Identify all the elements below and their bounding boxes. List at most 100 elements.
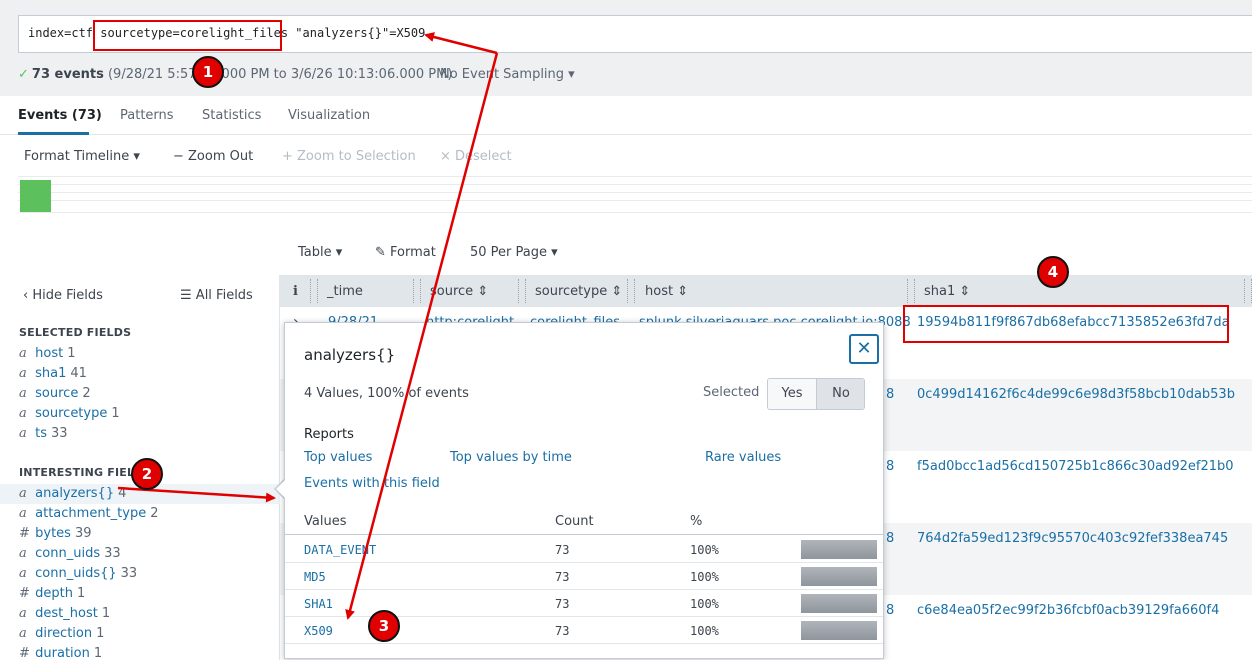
field-item-depth[interactable]: # depth 1 [19,586,85,601]
count-header: Count [555,514,594,529]
annotation-badge-3: 3 [368,610,400,642]
annotation-badge-4: 4 [1037,256,1069,288]
popup-summary: 4 Values, 100% of events [304,386,469,401]
column-resize-handle[interactable] [310,279,318,303]
selected-label: Selected [703,385,760,400]
timeline-gridline [18,176,1252,177]
hide-fields-button[interactable]: ‹ Hide Fields [23,288,103,303]
per-page-dropdown[interactable]: 50 Per Page ▾ [470,245,558,260]
field-item-attachment-type[interactable]: a attachment_type 2 [19,506,158,521]
field-item-source[interactable]: a source 2 [19,386,91,401]
format-button[interactable]: ✎ Format [375,245,436,260]
timeline-gridline [18,192,1252,193]
top-values-by-time-link[interactable]: Top values by time [450,450,572,465]
time-range: (9/28/21 5:57:24.000 PM to 3/6/26 10:13:… [107,67,453,82]
column-header-sha1[interactable]: sha1 ⇕ [924,284,970,299]
field-item-conn-uids[interactable]: a conn_uids 33 [19,546,121,561]
cell-host[interactable]: 8 [886,531,894,546]
column-resize-handle[interactable] [907,279,915,303]
selected-fields-title: SELECTED FIELDS [19,326,132,339]
sort-icon: ⇕ [477,284,489,299]
field-item-host[interactable]: a host 1 [19,346,76,361]
table-view-dropdown[interactable]: Table ▾ [298,245,342,260]
zoom-to-selection-button[interactable]: + Zoom to Selection [282,149,416,164]
cell-sha1[interactable]: 0c499d14162f6c4de99c6e98d3f58bcb10dab53b [917,387,1235,402]
column-header-host[interactable]: host ⇕ [645,284,688,299]
percent-bar [801,621,877,640]
events-with-field-link[interactable]: Events with this field [304,476,440,491]
column-resize-handle[interactable] [1244,279,1252,303]
cell-host[interactable]: 8 [886,603,894,618]
reports-heading: Reports [304,427,354,442]
column-resize-handle[interactable] [518,279,526,303]
values-header: Values [304,514,347,529]
field-item-sourcetype[interactable]: a sourcetype 1 [19,406,120,421]
field-item-ts[interactable]: a ts 33 [19,426,68,441]
check-icon: ✓ [18,67,29,82]
info-icon[interactable]: i [293,284,298,299]
percent-bar [801,594,877,613]
all-fields-label: All Fields [195,288,253,303]
events-table-header: i _time source ⇕ sourcetype ⇕ host ⇕ sha… [280,275,1252,307]
timeline-bar[interactable] [20,180,51,212]
tab-statistics[interactable]: Statistics [202,108,261,123]
deselect-button[interactable]: × Deselect [440,149,512,164]
annotation-highlight-sourcetype [93,20,282,51]
zoom-out-button[interactable]: − Zoom Out [173,149,253,164]
popup-pointer-inner [276,480,285,498]
tab-visualization[interactable]: Visualization [288,108,370,123]
field-item-analyzers[interactable]: a analyzers{} 4 [19,486,126,501]
top-values-link[interactable]: Top values [304,450,372,465]
timeline-gridline [18,212,1252,213]
field-item-sha1[interactable]: a sha1 41 [19,366,87,381]
percent-header: % [690,514,703,529]
column-resize-handle[interactable] [413,279,421,303]
column-header-time[interactable]: _time [327,284,363,299]
list-icon: ☰ [180,288,192,303]
field-item-duration[interactable]: # duration 1 [19,646,102,660]
format-label: Format [390,245,436,260]
field-item-bytes[interactable]: # bytes 39 [19,526,92,541]
field-item-conn-uids-multi[interactable]: a conn_uids{} 33 [19,566,137,581]
selected-toggle[interactable]: Yes No [767,378,865,410]
close-icon[interactable]: ✕ [849,334,879,364]
cell-sha1[interactable]: 764d2fa59ed123f9c95570c403c92fef338ea745 [917,531,1228,546]
annotation-badge-2: 2 [131,458,163,490]
active-tab-indicator [18,132,89,135]
timeline-chart[interactable] [18,176,1252,213]
all-fields-button[interactable]: ☰ All Fields [180,288,253,303]
cell-host[interactable]: 8 [886,387,894,402]
sort-icon: ⇕ [677,284,689,299]
popup-title: analyzers{} [304,346,396,364]
field-item-direction[interactable]: a direction 1 [19,626,104,641]
timeline-gridline [18,200,1252,201]
annotation-highlight-sha1 [903,305,1229,343]
column-header-sourcetype[interactable]: sourcetype ⇕ [535,284,622,299]
tab-events[interactable]: Events (73) [18,108,102,123]
sort-icon: ⇕ [611,284,623,299]
results-tabs: Events (73) Patterns Statistics Visualiz… [0,96,1252,135]
column-header-source[interactable]: source ⇕ [430,284,488,299]
selected-no-button[interactable]: No [817,379,864,409]
values-table-header: Values Count % [285,513,883,535]
column-resize-handle[interactable] [627,279,635,303]
format-timeline-button[interactable]: Format Timeline ▾ [24,149,140,164]
cell-host[interactable]: 8 [886,459,894,474]
field-summary-popup: analyzers{} ✕ 4 Values, 100% of events S… [284,322,884,659]
field-item-dest-host[interactable]: a dest_host 1 [19,606,110,621]
value-row[interactable]: DATA_EVENT 73 100% [285,536,883,563]
value-row[interactable]: MD5 73 100% [285,563,883,590]
percent-bar [801,540,877,559]
rare-values-link[interactable]: Rare values [705,450,781,465]
tab-patterns[interactable]: Patterns [120,108,174,123]
event-sampling-dropdown[interactable]: No Event Sampling ▾ [440,67,575,82]
pencil-icon: ✎ [375,245,386,260]
sort-icon: ⇕ [959,284,971,299]
job-status: ✓ 73 events (9/28/21 5:57:24.000 PM to 3/… [18,67,452,82]
timeline-gridline [18,184,1252,185]
cell-sha1[interactable]: f5ad0bcc1ad56cd150725b1c866c30ad92ef21b0 [917,459,1234,474]
selected-yes-button[interactable]: Yes [768,379,817,409]
annotation-badge-1: 1 [192,56,224,88]
cell-sha1[interactable]: c6e84ea05f2ec99f2b36fcbf0acb39129fa660f4 [917,603,1219,618]
event-count: 73 events [31,67,104,82]
